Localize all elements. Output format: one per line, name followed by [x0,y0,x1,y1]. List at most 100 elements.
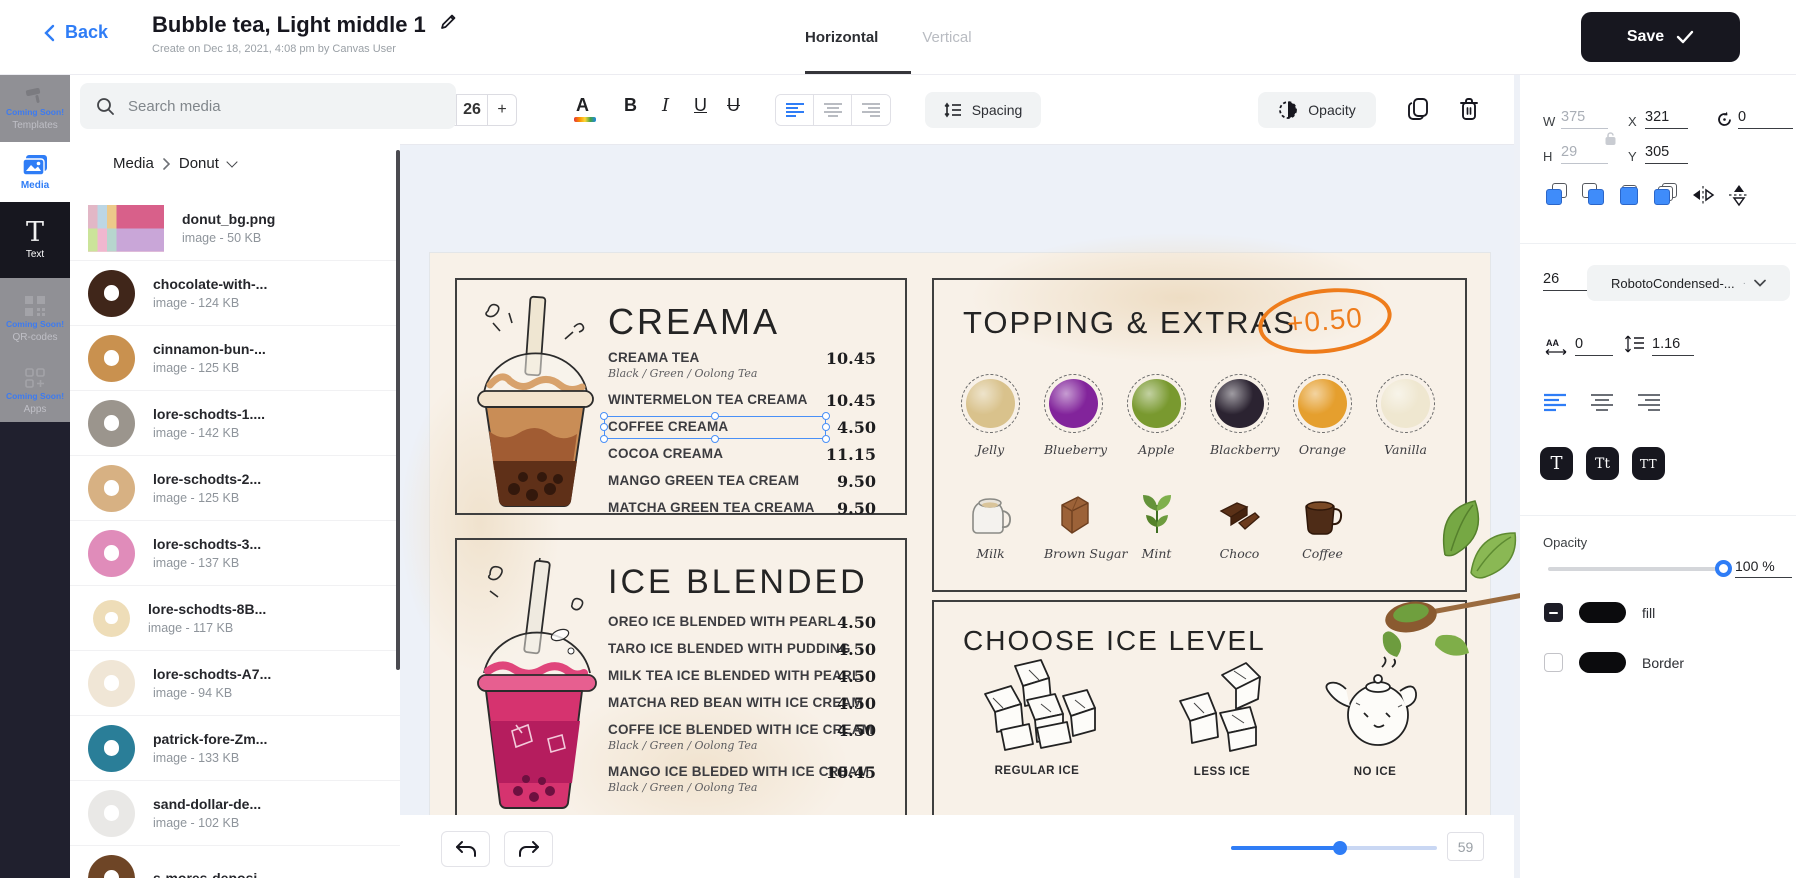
selection-handle[interactable] [822,412,830,420]
bring-forward-button[interactable] [1546,183,1570,207]
send-to-back-button[interactable] [1654,183,1678,207]
menu-item[interactable]: WINTERMELON TEA CREAMA 10.45 [608,391,876,410]
media-list-item[interactable]: donut_bg.png image - 50 KB [70,196,400,261]
menu-item[interactable]: MATCHA RED BEAN WITH ICE CREAM 4.50 [608,694,876,713]
align-right-button[interactable] [852,95,890,125]
zoom-slider-handle[interactable] [1333,841,1347,855]
align-center-button[interactable] [814,95,852,125]
back-button[interactable]: Back [44,22,108,43]
fill-color-swatch[interactable] [1579,602,1626,623]
tab-vertical[interactable]: Vertical [922,29,971,46]
menu-item[interactable]: MANGO ICE BLEDED WITH ICE CREAM Black / … [608,763,876,795]
topping-item[interactable]: Vanilla [1376,374,1435,457]
font-family-select[interactable]: RobotoCondensed-... · [1587,265,1790,301]
y-field[interactable]: 305 [1645,144,1688,164]
media-list-item[interactable]: lore-schodts-3... image - 137 KB [70,521,400,586]
topping-item[interactable]: Coffee [1293,485,1352,561]
selection-handle[interactable] [600,423,608,431]
creama-title[interactable]: CREAMA [608,301,780,343]
sidebar-item-templates[interactable]: Coming Soon! Templates [0,75,70,142]
topping-item[interactable]: Orange [1293,374,1352,457]
media-list-scrollbar[interactable] [396,150,400,670]
selection-handle[interactable] [600,412,608,420]
media-list-item[interactable]: lore-schodts-8B... image - 117 KB [70,586,400,651]
edit-title-icon[interactable] [440,13,457,35]
menu-poster[interactable]: CREAMA CREAMA TEA Black / Green / Oolong… [400,233,1548,853]
undo-button[interactable] [441,831,490,867]
media-list-item[interactable]: chocolate-with-... image - 124 KB [70,261,400,326]
media-list-item[interactable]: patrick-fore-Zm... image - 133 KB [70,716,400,781]
selection-handle[interactable] [711,412,719,420]
menu-item[interactable]: MANGO GREEN TEA CREAM 9.50 [608,472,876,491]
align-right-button[interactable] [1637,393,1661,412]
flip-horizontal-icon[interactable] [1690,185,1716,205]
menu-item[interactable]: TARO ICE BLENDED WITH PUDDING 4.50 [608,640,876,659]
font-size-value[interactable]: 26 [456,95,488,125]
opacity-slider-handle[interactable] [1715,560,1732,577]
media-list-item[interactable]: lore-schodts-A7... image - 94 KB [70,651,400,716]
ice-level-option[interactable]: REGULAR ICE [952,656,1122,777]
media-list-item[interactable]: lore-schodts-1.... image - 142 KB [70,391,400,456]
topping-item[interactable]: Mint [1127,485,1186,561]
topping-item[interactable]: Jelly [961,374,1020,457]
underline-button[interactable]: U [694,95,707,116]
border-color-swatch[interactable] [1579,652,1626,673]
fill-checkbox[interactable] [1544,603,1563,622]
delete-button[interactable] [1458,97,1480,126]
opacity-value-field[interactable]: 100 % [1735,558,1792,578]
opacity-button[interactable]: Opacity [1258,92,1376,128]
align-left-button[interactable] [1543,393,1567,412]
opacity-slider[interactable] [1548,560,1732,577]
topping-item[interactable]: Blackberry [1210,374,1280,457]
selected-text-element[interactable] [600,412,830,443]
flip-vertical-icon[interactable] [1728,183,1750,207]
search-input[interactable]: Search media [80,83,456,129]
allcaps-button[interactable]: TT [1632,447,1665,480]
topping-item[interactable]: Blueberry [1044,374,1107,457]
media-list-item[interactable]: sand-dollar-de... image - 102 KB [70,781,400,846]
menu-item[interactable]: OREO ICE BLENDED WITH PEARL 4.50 [608,613,876,632]
sidebar-item-media[interactable]: Media [0,142,70,202]
height-field[interactable]: 29 [1561,144,1608,164]
ice-level-option[interactable]: LESS ICE [1152,661,1292,778]
save-button[interactable]: Save [1581,12,1740,62]
media-list-item[interactable]: cinnamon-bun-... image - 125 KB [70,326,400,391]
titlecase-button[interactable]: Tt [1586,447,1619,480]
letter-spacing-field[interactable]: 0 [1575,336,1613,356]
topping-item[interactable]: Apple [1127,374,1186,457]
ice-level-title[interactable]: CHOOSE ICE LEVEL [963,625,1266,657]
menu-item[interactable]: COCOA CREAMA 11.15 [608,445,876,464]
rotation-field[interactable]: 0 [1738,109,1793,129]
font-size-increase-button[interactable]: + [488,95,516,125]
selection-handle[interactable] [600,435,608,443]
topping-item[interactable]: Brown Sugar [1044,485,1127,561]
x-field[interactable]: 321 [1645,109,1688,129]
sidebar-item-text[interactable]: T Text [0,202,70,278]
topping-item[interactable]: Choco [1210,485,1269,561]
toppings-title[interactable]: TOPPING & EXTRAS [963,305,1296,341]
lock-aspect-icon[interactable] [1604,131,1617,149]
duplicate-button[interactable] [1407,97,1429,126]
menu-item[interactable]: COFFE ICE BLENDED WITH ICE CREAM Black /… [608,721,876,753]
menu-item[interactable]: MILK TEA ICE BLENDED WITH PEARL 4.50 [608,667,876,686]
menu-item[interactable]: MATCHA GREEN TEA CREAMA 9.50 [608,499,876,518]
align-center-button[interactable] [1590,393,1614,412]
italic-button[interactable]: I [662,95,669,116]
width-field[interactable]: 375 [1561,109,1608,129]
menu-item[interactable]: CREAMA TEA Black / Green / Oolong Tea 10… [608,349,876,381]
selection-handle[interactable] [711,435,719,443]
tab-horizontal[interactable]: Horizontal [805,29,878,46]
topping-item[interactable]: Milk [961,485,1020,561]
send-backward-button[interactable] [1582,183,1606,207]
design-canvas[interactable]: CREAMA CREAMA TEA Black / Green / Oolong… [400,145,1548,853]
align-left-button[interactable] [776,95,814,125]
media-list-item[interactable]: s-mores-deposi... [70,846,400,878]
media-list-item[interactable]: lore-schodts-2... image - 125 KB [70,456,400,521]
strikethrough-button[interactable]: U [727,95,740,116]
text-color-button[interactable]: A [574,95,596,122]
bring-to-front-button[interactable] [1618,183,1642,207]
redo-button[interactable] [504,831,553,867]
zoom-value[interactable]: 59 [1447,832,1484,861]
bold-button[interactable]: B [624,95,637,116]
selection-handle[interactable] [822,423,830,431]
